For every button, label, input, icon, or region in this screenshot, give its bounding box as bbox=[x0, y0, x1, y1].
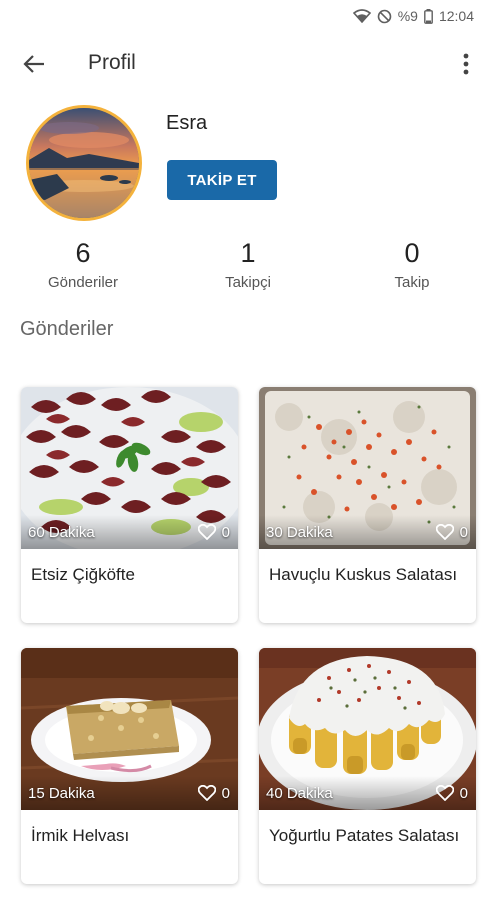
more-options-button[interactable] bbox=[452, 50, 480, 78]
recipe-duration: 40 Dakika bbox=[266, 784, 333, 802]
likes-count: 0 bbox=[221, 523, 230, 541]
likes-count: 0 bbox=[459, 784, 468, 802]
stat-posts-count: 6 bbox=[75, 238, 91, 268]
battery-icon bbox=[424, 8, 433, 24]
recipe-meta: 40 Dakika 0 bbox=[259, 776, 476, 810]
stat-posts[interactable]: 6 Gönderiler bbox=[18, 236, 148, 291]
follow-button[interactable]: TAKİP ET bbox=[167, 160, 277, 200]
recipe-card[interactable]: 40 Dakika 0 Yoğurtlu Patates Salatası bbox=[259, 648, 476, 884]
recipe-image: 40 Dakika 0 bbox=[259, 648, 476, 810]
page-title: Profil bbox=[88, 51, 136, 74]
stat-posts-label: Gönderiler bbox=[47, 274, 119, 291]
recipe-title: Etsiz Çiğköfte bbox=[31, 565, 135, 584]
profile-name: Esra bbox=[166, 112, 208, 134]
likes-count: 0 bbox=[459, 523, 468, 541]
stat-following-label: Takip bbox=[394, 274, 430, 291]
clock-text: 12:04 bbox=[438, 8, 474, 24]
do-not-disturb-icon bbox=[377, 9, 392, 24]
recipe-title: Yoğurtlu Patates Salatası bbox=[269, 826, 460, 845]
recipe-duration: 60 Dakika bbox=[28, 523, 95, 541]
recipe-title: İrmik Helvası bbox=[31, 826, 130, 845]
heart-icon bbox=[197, 785, 216, 801]
stat-followers-label: Takipçi bbox=[225, 274, 271, 291]
recipe-duration: 15 Dakika bbox=[28, 784, 95, 802]
likes-count: 0 bbox=[221, 784, 230, 802]
battery-text: %9 bbox=[397, 8, 418, 24]
recipe-meta: 60 Dakika 0 bbox=[21, 515, 238, 549]
recipe-likes[interactable]: 0 bbox=[197, 523, 230, 541]
stat-followers[interactable]: 1 Takipçi bbox=[183, 236, 313, 291]
back-button[interactable] bbox=[20, 50, 48, 78]
recipe-image: 30 Dakika 0 bbox=[259, 387, 476, 549]
recipe-meta: 15 Dakika 0 bbox=[21, 776, 238, 810]
stat-followers-count: 1 bbox=[240, 238, 256, 268]
heart-icon bbox=[435, 524, 454, 540]
app-bar: Profil bbox=[0, 38, 494, 90]
more-vert-icon bbox=[463, 53, 469, 75]
arrow-back-icon bbox=[23, 55, 44, 73]
recipe-card[interactable]: 15 Dakika 0 İrmik Helvası bbox=[21, 648, 238, 884]
stat-following-count: 0 bbox=[404, 238, 420, 268]
recipe-card[interactable]: 60 Dakika 0 Etsiz Çiğköfte bbox=[21, 387, 238, 623]
recipe-likes[interactable]: 0 bbox=[435, 523, 468, 541]
heart-icon bbox=[435, 785, 454, 801]
recipe-meta: 30 Dakika 0 bbox=[259, 515, 476, 549]
heart-icon bbox=[197, 524, 216, 540]
wifi-icon bbox=[352, 9, 371, 23]
profile-stats: 6 Gönderiler 1 Takipçi 0 Takip bbox=[0, 236, 494, 302]
section-title: Gönderiler bbox=[20, 318, 114, 340]
recipe-likes[interactable]: 0 bbox=[435, 784, 468, 802]
recipe-image: 15 Dakika 0 bbox=[21, 648, 238, 810]
recipe-title: Havuçlu Kuskus Salatası bbox=[269, 565, 458, 584]
status-bar: %9 12:04 bbox=[0, 0, 494, 32]
stat-following[interactable]: 0 Takip bbox=[347, 236, 477, 291]
recipe-image: 60 Dakika 0 bbox=[21, 387, 238, 549]
recipe-duration: 30 Dakika bbox=[266, 523, 333, 541]
recipe-likes[interactable]: 0 bbox=[197, 784, 230, 802]
avatar[interactable] bbox=[26, 105, 142, 221]
recipe-card[interactable]: 30 Dakika 0 Havuçlu Kuskus Salatası bbox=[259, 387, 476, 623]
